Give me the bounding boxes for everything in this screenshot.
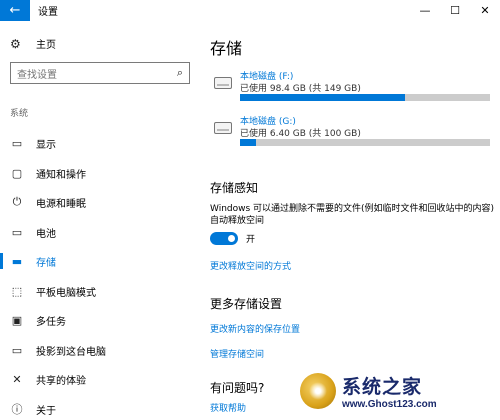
project-icon: ▭ [11, 343, 23, 357]
hard-drive-icon [214, 77, 232, 89]
main-content: 存储 本地磁盘 (F:) 已使用 98.4 GB (共 149 GB) 本地磁盘… [198, 21, 500, 420]
sidebar-section-label: 系统 [10, 109, 29, 119]
sidebar-item-label: 电池 [36, 228, 56, 240]
multitasking-icon: ▣ [11, 313, 23, 327]
sidebar-item-label: 通知和操作 [36, 169, 86, 181]
hard-drive-icon [214, 122, 232, 134]
watermark: 系统之家 www.Ghost123.com [300, 362, 500, 420]
storage-sense-toggle[interactable] [210, 232, 238, 245]
change-save-location-link[interactable]: 更改新内容的保存位置 [210, 322, 300, 335]
sidebar: ⚙ 主页 ⌕ 系统 ▭ 显示 ▢ 通知和操作 ⏻ 电源和睡眠 ▭ 电池 ▬ 存储 ⬚ 平板电脑模式 ▣ 多… [0, 21, 198, 420]
back-button[interactable]: ← [0, 0, 30, 21]
watermark-title: 系统之家 [342, 376, 423, 398]
minimize-icon: — [419, 4, 431, 17]
drive-usage: 已使用 98.4 GB (共 149 GB) [240, 84, 361, 94]
storage-sense-toggle-row: 开 [210, 232, 255, 245]
help-heading: 有问题吗? [210, 381, 265, 395]
sidebar-item-project[interactable]: ▭ 投影到这台电脑 [0, 336, 198, 364]
change-free-space-link[interactable]: 更改释放空间的方式 [210, 259, 291, 272]
search-box: ⌕ [10, 62, 190, 86]
watermark-text: 系统之家 www.Ghost123.com [342, 372, 437, 410]
sidebar-item-label: 电源和睡眠 [36, 198, 86, 210]
maximize-icon: ☐ [450, 4, 460, 17]
window-title: 设置 [38, 7, 58, 18]
tablet-icon: ⬚ [11, 284, 23, 298]
storage-icon: ▬ [11, 254, 23, 268]
get-help-link[interactable]: 获取帮助 [210, 401, 246, 414]
minimize-button[interactable]: — [410, 0, 440, 21]
drive-usage-bar [240, 94, 490, 101]
gear-icon: ⚙ [10, 36, 21, 51]
storage-sense-heading: 存储感知 [210, 181, 259, 195]
sidebar-item-storage[interactable]: ▬ 存储 [0, 247, 198, 275]
title-bar: ← 设置 — ☐ ✕ [0, 0, 500, 21]
sidebar-item-display[interactable]: ▭ 显示 [0, 129, 198, 157]
drive-usage: 已使用 6.40 GB (共 100 GB) [240, 129, 361, 139]
power-icon: ⏻ [12, 195, 22, 208]
more-storage-settings-heading: 更多存储设置 [210, 297, 283, 311]
notifications-icon: ▢ [11, 166, 23, 180]
sidebar-item-label: 平板电脑模式 [36, 287, 96, 299]
display-icon: ▭ [11, 136, 23, 150]
manage-storage-spaces-link[interactable]: 管理存储空间 [210, 347, 264, 360]
sidebar-item-label: 多任务 [36, 316, 66, 328]
battery-icon: ▭ [11, 225, 23, 239]
shared-experiences-icon: ✕ [12, 372, 22, 386]
search-input[interactable] [11, 65, 161, 86]
watermark-logo-icon [300, 373, 336, 409]
sidebar-item-shared-experiences[interactable]: ✕ 共享的体验 [0, 365, 198, 393]
drive-g[interactable]: 本地磁盘 (G:) 已使用 6.40 GB (共 100 GB) [210, 114, 495, 154]
sidebar-item-label: 主页 [36, 40, 56, 51]
drive-usage-bar [240, 139, 490, 146]
close-icon: ✕ [480, 4, 490, 17]
info-icon: ⓘ [11, 403, 23, 416]
sidebar-item-notifications[interactable]: ▢ 通知和操作 [0, 159, 198, 187]
maximize-button[interactable]: ☐ [440, 0, 470, 21]
sidebar-item-tablet[interactable]: ⬚ 平板电脑模式 [0, 277, 198, 305]
storage-sense-description: Windows 可以通过删除不需要的文件(例如临时文件和回收站中的内容)自动释放… [210, 204, 495, 226]
drive-usage-bar-fill [240, 139, 256, 146]
sidebar-item-home[interactable]: ⚙ 主页 [10, 36, 56, 52]
sidebar-item-label: 共享的体验 [36, 375, 86, 387]
sidebar-item-info[interactable]: ⓘ 关于 [0, 395, 198, 420]
sidebar-item-label: 显示 [36, 139, 56, 151]
window-controls: — ☐ ✕ [410, 0, 500, 21]
sidebar-item-label: 存储 [36, 257, 56, 269]
watermark-url: www.Ghost123.com [342, 399, 437, 410]
close-button[interactable]: ✕ [470, 0, 500, 21]
drive-f[interactable]: 本地磁盘 (F:) 已使用 98.4 GB (共 149 GB) [210, 69, 495, 109]
toggle-state-label: 开 [246, 235, 256, 245]
search-icon[interactable]: ⌕ [177, 66, 183, 80]
drive-usage-bar-fill [240, 94, 405, 101]
sidebar-item-multitasking[interactable]: ▣ 多任务 [0, 306, 198, 334]
page-title: 存储 [210, 39, 243, 58]
sidebar-item-battery[interactable]: ▭ 电池 [0, 218, 198, 246]
sidebar-item-label: 关于 [36, 405, 56, 417]
sidebar-item-power[interactable]: ⏻ 电源和睡眠 [0, 188, 198, 216]
back-arrow-icon: ← [9, 3, 21, 18]
sidebar-item-label: 投影到这台电脑 [36, 346, 106, 358]
